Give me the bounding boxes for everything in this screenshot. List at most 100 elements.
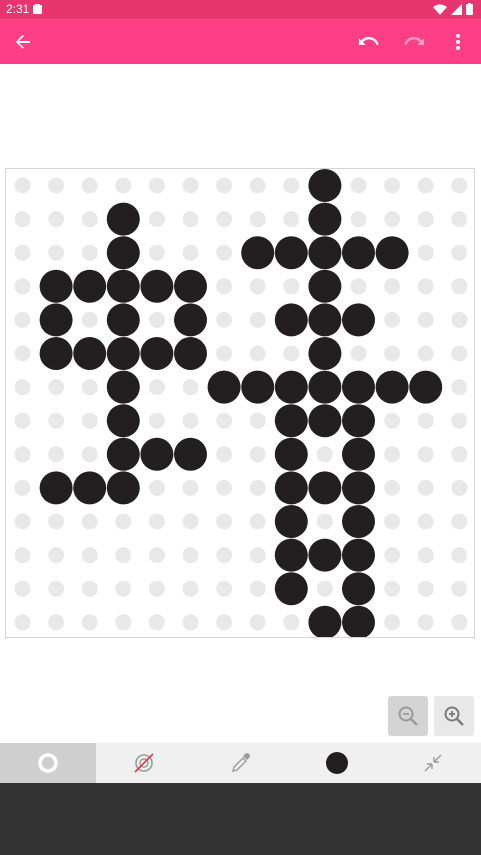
empty-bead[interactable]	[115, 547, 132, 564]
filled-bead[interactable]	[342, 572, 375, 606]
empty-bead[interactable]	[417, 345, 434, 362]
empty-bead[interactable]	[451, 379, 468, 396]
filled-bead[interactable]	[241, 236, 275, 270]
empty-bead[interactable]	[14, 345, 31, 362]
empty-bead[interactable]	[148, 614, 165, 631]
filled-bead[interactable]	[308, 471, 342, 505]
empty-bead[interactable]	[148, 580, 165, 597]
empty-bead[interactable]	[81, 211, 98, 228]
filled-bead[interactable]	[308, 269, 342, 303]
empty-bead[interactable]	[350, 177, 367, 194]
empty-bead[interactable]	[81, 580, 98, 597]
empty-bead[interactable]	[384, 412, 401, 429]
empty-bead[interactable]	[182, 479, 199, 496]
empty-bead[interactable]	[451, 412, 468, 429]
filled-bead[interactable]	[106, 370, 140, 404]
filled-bead[interactable]	[308, 605, 342, 637]
filled-bead[interactable]	[106, 202, 140, 236]
undo-icon[interactable]	[349, 19, 389, 64]
empty-bead[interactable]	[216, 311, 233, 328]
empty-bead[interactable]	[14, 311, 31, 328]
empty-bead[interactable]	[216, 177, 233, 194]
empty-bead[interactable]	[451, 211, 468, 228]
empty-bead[interactable]	[384, 580, 401, 597]
empty-bead[interactable]	[48, 412, 65, 429]
empty-bead[interactable]	[14, 278, 31, 295]
empty-bead[interactable]	[384, 345, 401, 362]
empty-bead[interactable]	[384, 513, 401, 530]
empty-bead[interactable]	[283, 278, 300, 295]
arrow-back-icon[interactable]	[3, 19, 43, 64]
filled-bead[interactable]	[274, 404, 308, 438]
empty-bead[interactable]	[81, 244, 98, 261]
filled-bead[interactable]	[308, 337, 342, 370]
empty-bead[interactable]	[451, 614, 468, 631]
empty-bead[interactable]	[451, 580, 468, 597]
empty-bead[interactable]	[14, 244, 31, 261]
empty-bead[interactable]	[81, 311, 98, 328]
empty-bead[interactable]	[384, 614, 401, 631]
empty-bead[interactable]	[249, 547, 266, 564]
empty-bead[interactable]	[148, 311, 165, 328]
empty-bead[interactable]	[216, 211, 233, 228]
filled-bead[interactable]	[274, 505, 308, 538]
empty-bead[interactable]	[14, 580, 31, 597]
eyedropper-tool-button[interactable]	[192, 743, 288, 783]
empty-bead[interactable]	[249, 513, 266, 530]
empty-bead[interactable]	[316, 513, 333, 530]
empty-bead[interactable]	[451, 547, 468, 564]
empty-bead[interactable]	[451, 446, 468, 463]
empty-bead[interactable]	[417, 580, 434, 597]
zoom-out-button[interactable]	[388, 696, 428, 736]
empty-bead[interactable]	[216, 479, 233, 496]
empty-bead[interactable]	[182, 580, 199, 597]
empty-bead[interactable]	[182, 211, 199, 228]
empty-bead[interactable]	[384, 479, 401, 496]
empty-bead[interactable]	[417, 614, 434, 631]
empty-bead[interactable]	[182, 513, 199, 530]
empty-bead[interactable]	[182, 412, 199, 429]
empty-bead[interactable]	[350, 211, 367, 228]
empty-bead[interactable]	[14, 513, 31, 530]
empty-bead[interactable]	[283, 345, 300, 362]
drawing-canvas[interactable]	[5, 168, 475, 638]
filled-bead[interactable]	[308, 169, 342, 202]
empty-bead[interactable]	[417, 177, 434, 194]
empty-bead[interactable]	[81, 513, 98, 530]
empty-bead[interactable]	[48, 547, 65, 564]
filled-bead[interactable]	[342, 538, 375, 572]
empty-bead[interactable]	[14, 177, 31, 194]
filled-bead[interactable]	[274, 572, 308, 606]
filled-bead[interactable]	[73, 337, 107, 370]
empty-bead[interactable]	[216, 345, 233, 362]
empty-bead[interactable]	[283, 211, 300, 228]
empty-bead[interactable]	[48, 513, 65, 530]
color-picker-button[interactable]	[289, 743, 385, 783]
empty-bead[interactable]	[14, 412, 31, 429]
empty-bead[interactable]	[148, 379, 165, 396]
empty-bead[interactable]	[283, 177, 300, 194]
filled-bead[interactable]	[308, 303, 342, 337]
empty-bead[interactable]	[148, 177, 165, 194]
filled-bead[interactable]	[308, 404, 342, 438]
empty-bead[interactable]	[48, 244, 65, 261]
filled-bead[interactable]	[274, 471, 308, 505]
empty-bead[interactable]	[216, 244, 233, 261]
empty-bead[interactable]	[417, 446, 434, 463]
bead-grid[interactable]	[6, 169, 474, 637]
empty-bead[interactable]	[115, 614, 132, 631]
empty-bead[interactable]	[182, 379, 199, 396]
filled-bead[interactable]	[174, 269, 207, 303]
filled-bead[interactable]	[106, 404, 140, 438]
empty-bead[interactable]	[148, 479, 165, 496]
empty-bead[interactable]	[148, 547, 165, 564]
filled-bead[interactable]	[342, 471, 375, 505]
empty-bead[interactable]	[451, 513, 468, 530]
filled-bead[interactable]	[140, 437, 174, 471]
empty-bead[interactable]	[249, 412, 266, 429]
empty-bead[interactable]	[81, 412, 98, 429]
empty-bead[interactable]	[182, 614, 199, 631]
filled-bead[interactable]	[274, 303, 308, 337]
empty-bead[interactable]	[48, 177, 65, 194]
empty-bead[interactable]	[384, 177, 401, 194]
